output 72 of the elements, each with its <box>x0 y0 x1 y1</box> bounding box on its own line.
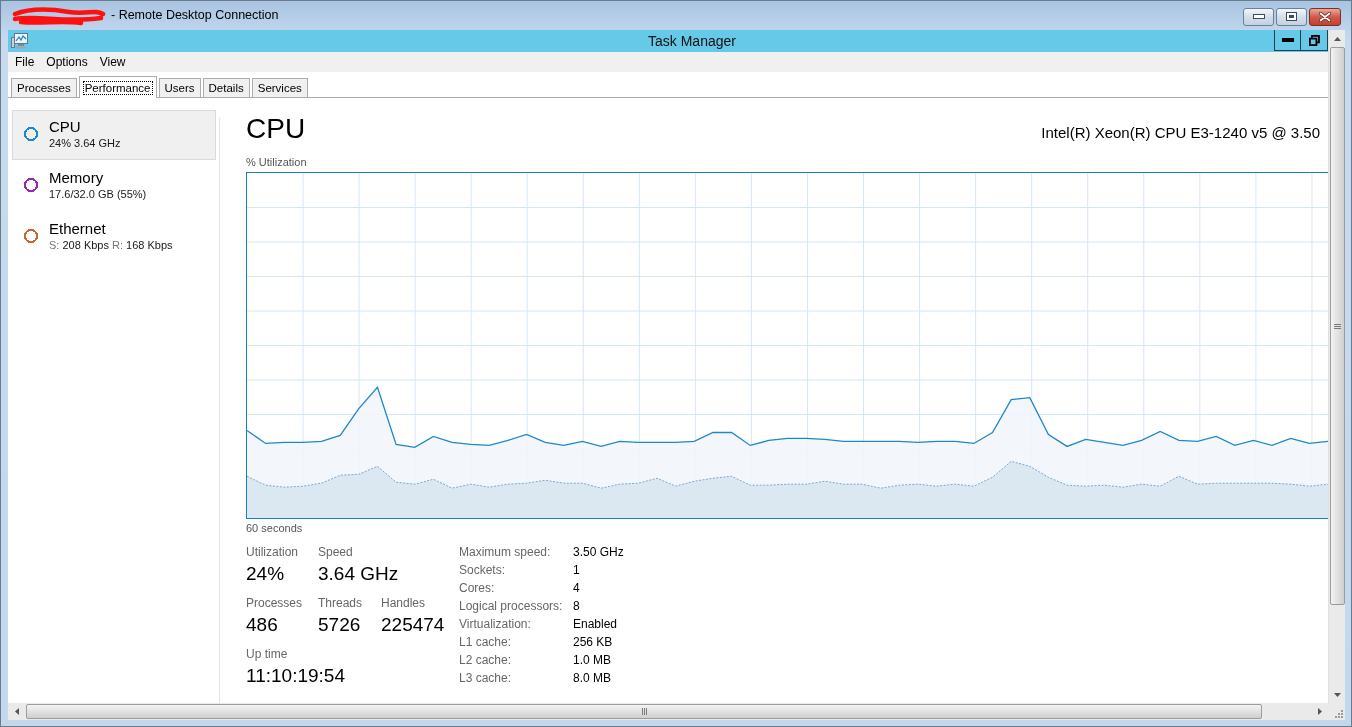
stat-label: Up time <box>246 647 289 662</box>
stat-label: Speed <box>318 545 354 560</box>
restore-button[interactable] <box>1301 30 1328 51</box>
scroll-down-arrow-icon[interactable] <box>1334 692 1341 697</box>
stat-value: 5726 <box>318 613 362 637</box>
tab[interactable]: Users <box>158 78 201 97</box>
detail-value: 256 KB <box>573 635 613 649</box>
restore-icon <box>1308 34 1320 46</box>
time-span-label: 60 seconds <box>246 522 303 534</box>
minimize-icon <box>1252 14 1265 19</box>
maximize-icon <box>1286 12 1297 21</box>
close-button[interactable] <box>1309 7 1341 26</box>
detail-value: 1.0 MB <box>573 653 611 667</box>
scribble-icon <box>11 5 107 26</box>
graph-label: % Utilization <box>246 156 307 168</box>
window-title: - Remote Desktop Connection <box>111 7 279 25</box>
stat-label: Handles <box>381 596 427 611</box>
device-name: Memory <box>49 169 105 187</box>
stat-label: Processes <box>246 596 304 611</box>
panel-title: CPU <box>246 112 306 146</box>
sidebar-item[interactable]: Ethernet S: 208 Kbps R: 168 Kbps <box>12 212 216 262</box>
maximize-button[interactable] <box>1276 7 1307 26</box>
stat-value: 225474 <box>381 613 445 637</box>
detail-label: L3 cache: <box>459 671 512 685</box>
detail-value: 8.0 MB <box>573 671 611 685</box>
scrollbar-thumb[interactable] <box>26 704 1262 719</box>
device-reading: S: 208 Kbps R: 168 Kbps <box>49 238 173 253</box>
stat-label: Utilization <box>246 545 300 560</box>
tab[interactable]: Details <box>202 78 250 97</box>
detail-label: L1 cache: <box>459 635 512 649</box>
stat-value: 3.64 GHz <box>318 562 399 586</box>
processor-name: Intel(R) Xeon(R) CPU E3-1240 v5 @ 3.50 <box>1041 123 1320 143</box>
detail-value: 3.50 GHz <box>573 545 624 559</box>
detail-value: 4 <box>573 581 580 595</box>
detail-value: 8 <box>573 599 580 613</box>
detail-label: Cores: <box>459 581 495 595</box>
minimize-button[interactable] <box>1274 30 1301 51</box>
detail-label: Virtualization: <box>459 617 531 631</box>
tab[interactable]: Performance <box>78 76 157 98</box>
stat-value: 24% <box>246 562 286 586</box>
detail-label: Sockets: <box>459 563 506 577</box>
tab[interactable]: Services <box>251 78 308 97</box>
detail-label: Maximum speed: <box>459 545 551 559</box>
sidebar-item[interactable]: CPU 24% 3.64 GHz <box>12 110 216 160</box>
close-icon <box>1319 11 1331 22</box>
stat-value: 486 <box>246 613 279 637</box>
menu-item[interactable]: File <box>9 52 41 72</box>
device-name: CPU <box>49 118 82 136</box>
tab[interactable]: Processes <box>11 78 77 97</box>
menu-item[interactable]: Options <box>40 52 94 72</box>
minimize-button[interactable] <box>1243 7 1274 26</box>
minimize-icon <box>1281 38 1294 42</box>
grip-icon <box>641 708 647 715</box>
menu-item[interactable]: View <box>93 52 132 72</box>
device-reading: 17.6/32.0 GB (55%) <box>49 187 147 202</box>
stat-label: Threads <box>318 596 364 611</box>
detail-label: L2 cache: <box>459 653 512 667</box>
sidebar-item[interactable]: Memory 17.6/32.0 GB (55%) <box>12 161 216 211</box>
stat-value: 11:10:19:54 <box>246 664 345 688</box>
monitor-chart-icon <box>11 33 28 49</box>
app-title: Task Manager <box>648 32 736 49</box>
scrollbar-thumb[interactable] <box>1329 47 1345 605</box>
detail-label: Logical processors: <box>459 599 563 613</box>
device-reading: 24% 3.64 GHz <box>49 136 121 151</box>
resize-grip-icon[interactable] <box>1334 709 1343 718</box>
detail-value: 1 <box>573 563 580 577</box>
scroll-right-arrow-icon[interactable] <box>1317 708 1322 715</box>
scroll-left-arrow-icon[interactable] <box>14 708 19 715</box>
grip-icon <box>1333 323 1341 329</box>
detail-value: Enabled <box>573 617 618 631</box>
scroll-up-arrow-icon[interactable] <box>1334 36 1341 41</box>
device-name: Ethernet <box>49 220 107 238</box>
